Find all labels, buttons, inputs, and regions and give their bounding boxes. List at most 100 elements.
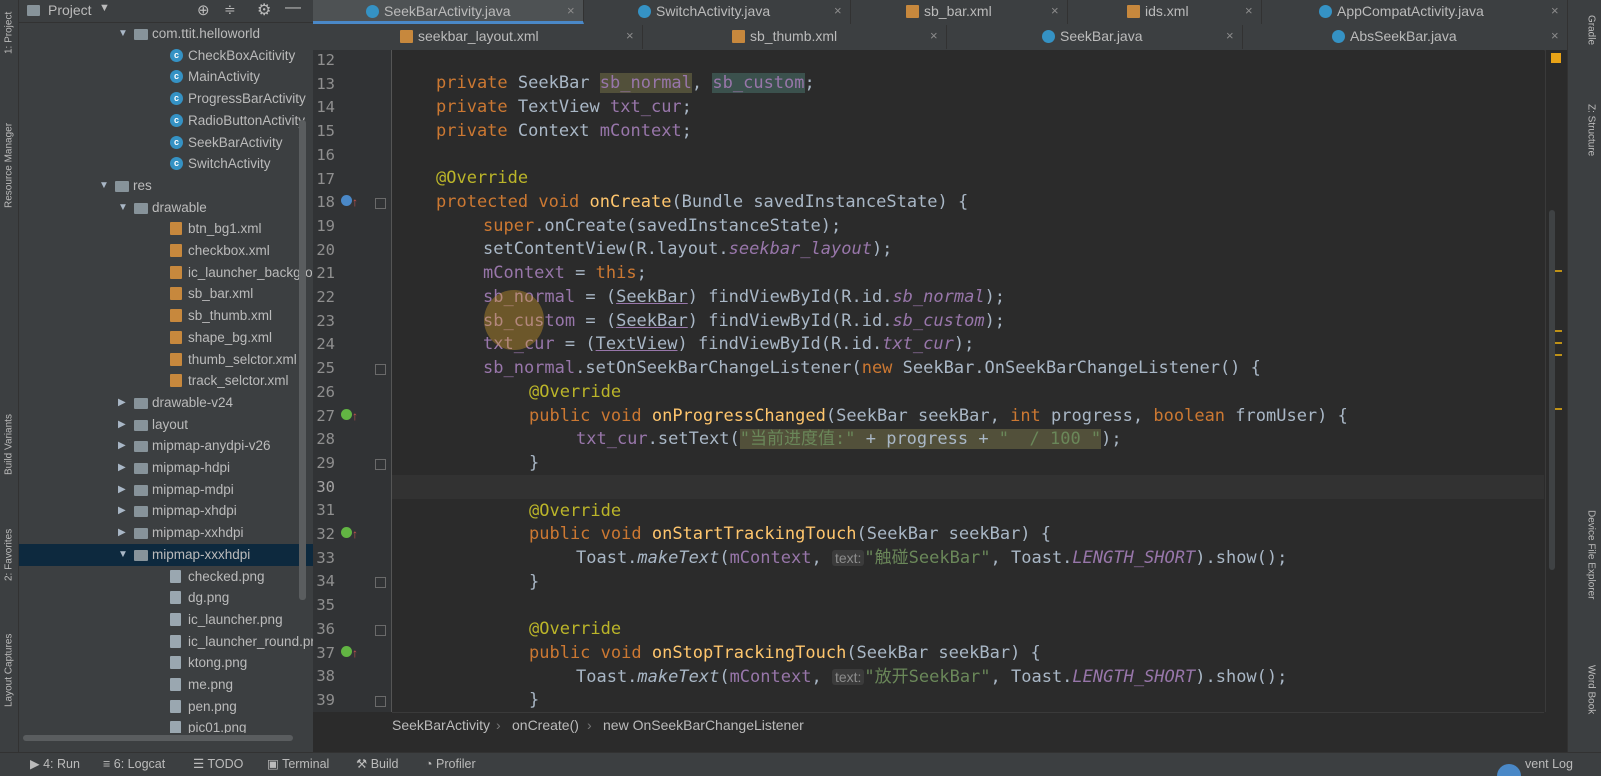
chevron-down-icon[interactable]: ▼ (118, 544, 128, 566)
chevron-down-icon[interactable]: ▼ (99, 2, 110, 14)
collapse-icon[interactable]: ≑ (224, 1, 236, 18)
chevron-right-icon[interactable]: ▶ (118, 392, 128, 414)
warning-status-icon[interactable] (1551, 53, 1561, 63)
editor-tab[interactable]: sb_thumb.xml × (642, 25, 947, 49)
breadcrumb-class[interactable]: SeekBarActivity (392, 713, 490, 737)
implement-gutter-icon[interactable]: ↑ (341, 408, 358, 423)
editor-tab[interactable]: sb_bar.xml × (850, 0, 1068, 24)
tree-item[interactable]: ▼ com.ttit.helloworld (19, 23, 313, 45)
tree-item[interactable]: pen.png (19, 696, 313, 718)
chevron-right-icon[interactable]: ▶ (118, 435, 128, 457)
tree-item[interactable]: checked.png (19, 566, 313, 588)
chevron-down-icon[interactable]: ▼ (118, 197, 128, 219)
tree-item[interactable]: ▶ mipmap-xxhdpi (19, 522, 313, 544)
tree-item[interactable]: c SwitchActivity (19, 153, 313, 175)
close-icon[interactable]: × (834, 0, 842, 22)
tree-item[interactable]: ic_launcher_backgrou (19, 262, 313, 284)
close-icon[interactable]: × (1226, 25, 1234, 47)
tree-item[interactable]: ▼ drawable (19, 197, 313, 219)
tree-item[interactable]: btn_bg1.xml (19, 218, 313, 240)
build-variants-tab[interactable]: Build Variants (1, 400, 17, 490)
fold-icon[interactable] (375, 695, 386, 707)
project-tool-tab[interactable]: 1: Project (1, 2, 17, 64)
tree-item[interactable]: shape_bg.xml (19, 327, 313, 349)
chevron-down-icon[interactable]: ▼ (118, 23, 128, 45)
tree-item[interactable]: c MainActivity (19, 66, 313, 88)
profiler-tab[interactable]: ◔ Profiler (425, 753, 476, 776)
tree-item[interactable]: dg.png (19, 587, 313, 609)
tree-item[interactable]: thumb_selctor.xml (19, 349, 313, 371)
tree-item[interactable]: pic01.png (19, 717, 313, 733)
project-tree-scrollbar[interactable] (299, 120, 306, 600)
tree-item[interactable]: c SeekBarActivity (19, 132, 313, 154)
close-icon[interactable]: × (1245, 0, 1253, 22)
tree-item[interactable]: ic_launcher.png (19, 609, 313, 631)
tree-item[interactable]: c RadioButtonActivity (19, 110, 313, 132)
close-icon[interactable]: × (1551, 25, 1559, 47)
tree-item[interactable]: me.png (19, 674, 313, 696)
tree-item[interactable]: ▶ mipmap-mdpi (19, 479, 313, 501)
chevron-right-icon[interactable]: ▶ (118, 500, 128, 522)
resource-manager-tab[interactable]: Resource Manager (1, 105, 17, 225)
override-gutter-icon[interactable]: ↑ (341, 195, 358, 209)
tree-item[interactable]: sb_thumb.xml (19, 305, 313, 327)
editor-tab[interactable]: SeekBarActivity.java × (313, 0, 584, 24)
editor-tab[interactable]: ids.xml × (1067, 0, 1262, 24)
tree-item[interactable]: ▶ mipmap-anydpi-v26 (19, 435, 313, 457)
chevron-right-icon[interactable]: ▶ (118, 522, 128, 544)
project-tree-horizontal-scrollbar[interactable] (19, 733, 313, 743)
close-icon[interactable]: × (567, 0, 575, 22)
chevron-down-icon[interactable]: ▼ (99, 175, 109, 197)
tree-item[interactable]: ktong.png (19, 652, 313, 674)
implement-gutter-icon[interactable]: ↑ (341, 645, 358, 660)
fold-icon[interactable] (375, 577, 386, 589)
tree-item[interactable]: track_selctor.xml (19, 370, 313, 392)
tree-item[interactable]: ▶ mipmap-xhdpi (19, 500, 313, 522)
tree-item[interactable]: ▶ layout (19, 414, 313, 436)
fold-icon[interactable] (375, 364, 386, 376)
tree-item[interactable]: ▼ res (19, 175, 313, 197)
hide-panel-icon[interactable]: — (285, 0, 301, 17)
close-icon[interactable]: × (1051, 0, 1059, 22)
tree-item[interactable]: c ProgressBarActivity (19, 88, 313, 110)
editor-tab[interactable]: SwitchActivity.java × (583, 0, 851, 24)
tree-item[interactable]: ▶ drawable-v24 (19, 392, 313, 414)
error-stripe[interactable] (1545, 50, 1568, 712)
code-editor[interactable]: private SeekBar sb_normal, sb_custom; pr… (392, 50, 1544, 712)
gradle-tab[interactable]: Gradle (1583, 5, 1599, 55)
tree-item[interactable]: sb_bar.xml (19, 283, 313, 305)
run-tab[interactable]: ▶ 4: Run (30, 753, 80, 776)
tree-item[interactable]: ▼ mipmap-xxxhdpi (19, 543, 313, 566)
close-icon[interactable]: × (626, 25, 634, 47)
editor-tab[interactable]: SeekBar.java × (946, 25, 1243, 49)
chevron-right-icon[interactable]: ▶ (118, 479, 128, 501)
todo-tab[interactable]: ☰ TODO (193, 753, 243, 776)
gear-icon[interactable]: ⚙ (257, 0, 271, 20)
event-log-tab[interactable]: vent Log (1497, 753, 1573, 776)
terminal-tab[interactable]: ▣ Terminal (267, 753, 329, 776)
chevron-right-icon[interactable]: ▶ (118, 414, 128, 436)
structure-tab[interactable]: Z: Structure (1583, 90, 1599, 170)
fold-icon[interactable] (375, 624, 386, 636)
tree-item[interactable]: ic_launcher_round.png (19, 631, 313, 653)
breadcrumb-listener[interactable]: new OnSeekBarChangeListener (603, 713, 804, 737)
fold-icon[interactable] (375, 458, 386, 470)
device-file-explorer-tab[interactable]: Device File Explorer (1583, 490, 1599, 620)
breadcrumb-method[interactable]: onCreate() (512, 713, 579, 737)
project-view-icon[interactable] (27, 5, 40, 16)
logcat-tab[interactable]: ≡ 6: Logcat (103, 753, 165, 776)
build-tab[interactable]: ⚒ Build (356, 753, 398, 776)
tree-item[interactable]: ▶ mipmap-hdpi (19, 457, 313, 479)
tree-item[interactable]: c CheckBoxAcitivity (19, 45, 313, 67)
layout-captures-tab[interactable]: Layout Captures (1, 620, 17, 720)
tree-item[interactable]: checkbox.xml (19, 240, 313, 262)
project-panel-title[interactable]: Project (48, 2, 92, 18)
favorites-tab[interactable]: 2: Favorites (1, 515, 17, 595)
implement-gutter-icon[interactable]: ↑ (341, 527, 358, 541)
editor-tab[interactable]: AbsSeekBar.java × (1242, 25, 1568, 49)
target-icon[interactable]: ⊕ (197, 1, 210, 19)
close-icon[interactable]: × (930, 25, 938, 47)
fold-icon[interactable] (375, 198, 386, 210)
close-icon[interactable]: × (1551, 0, 1559, 22)
chevron-right-icon[interactable]: ▶ (118, 457, 128, 479)
